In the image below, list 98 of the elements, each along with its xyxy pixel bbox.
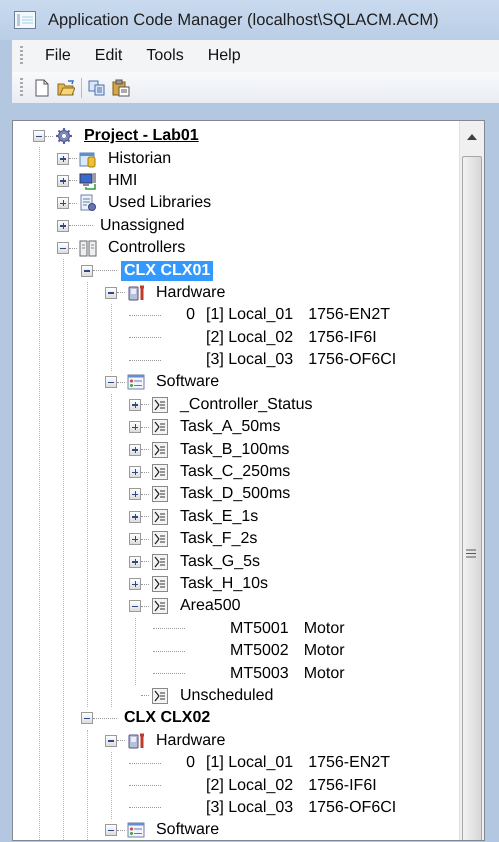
module-name[interactable]: [3] Local_03 — [203, 798, 296, 818]
task-list-icon — [151, 686, 169, 705]
task-list-icon — [151, 396, 169, 414]
module-type: 1756-IF6I — [308, 328, 377, 348]
tree-item[interactable]: Task_A_50ms — [177, 417, 284, 438]
module-name[interactable]: MT5002 — [227, 641, 292, 662]
gear-icon — [55, 127, 73, 146]
module-name[interactable]: [2] Local_02 — [203, 328, 296, 348]
expand-toggle[interactable] — [57, 174, 69, 187]
expand-toggle[interactable] — [129, 398, 141, 411]
tree-item[interactable]: Task_D_500ms — [177, 484, 294, 504]
slot-number: 0 — [186, 306, 195, 324]
expand-toggle[interactable] — [57, 152, 69, 165]
tree-item[interactable]: Task_B_100ms — [177, 440, 292, 460]
task-list-icon — [151, 530, 169, 548]
tree-item[interactable]: Used Libraries — [105, 193, 214, 214]
open-folder-icon[interactable] — [57, 78, 75, 96]
module-name[interactable]: [1] Local_01 — [203, 305, 296, 326]
expand-toggle[interactable] — [57, 197, 69, 210]
expand-toggle[interactable] — [57, 220, 69, 232]
slot-number: 0 — [186, 754, 195, 772]
module-name[interactable]: MT5001 — [227, 618, 292, 639]
expand-toggle[interactable] — [129, 421, 141, 434]
collapse-toggle[interactable] — [57, 242, 69, 254]
module-name[interactable]: MT5003 — [227, 664, 292, 684]
module-name[interactable]: [3] Local_03 — [203, 350, 296, 370]
device-wrench-icon — [127, 732, 145, 750]
module-type: 1756-OF6CI — [308, 798, 396, 818]
task-list-icon — [151, 418, 169, 436]
paste-icon[interactable] — [112, 78, 130, 96]
module-type: 1756-OF6CI — [308, 350, 396, 370]
expand-toggle[interactable] — [129, 488, 141, 500]
tree-item[interactable]: Area500 — [177, 596, 244, 616]
tree-item[interactable]: Software — [153, 820, 222, 840]
tree-item[interactable]: Project - Lab01 — [81, 126, 202, 146]
expand-toggle[interactable] — [129, 466, 141, 478]
app-icon — [14, 11, 36, 29]
collapse-toggle[interactable] — [81, 264, 93, 277]
tree-item[interactable]: Historian — [105, 148, 174, 169]
tree-item[interactable]: Controllers — [105, 238, 188, 258]
task-list-icon — [151, 485, 169, 504]
expand-toggle[interactable] — [129, 510, 141, 523]
window-title: Application Code Manager (localhost\SQLACM.ACM) — [48, 10, 439, 31]
list-window-icon — [127, 373, 145, 392]
tree-item[interactable]: HMI — [105, 170, 140, 191]
new-document-icon[interactable] — [33, 78, 51, 96]
expand-toggle[interactable] — [129, 556, 141, 568]
module-name[interactable]: [1] Local_01 — [203, 753, 296, 774]
document-gear-icon — [79, 194, 97, 212]
menu-item[interactable]: Edit — [82, 42, 134, 70]
collapse-toggle[interactable] — [81, 712, 93, 724]
chassis-icon — [79, 239, 97, 258]
scrollbar[interactable] — [459, 121, 484, 840]
menu-item[interactable]: File — [33, 42, 83, 70]
task-list-icon — [151, 440, 169, 459]
tree-item[interactable]: _Controller_Status — [177, 394, 316, 415]
module-type: 1756-EN2T — [308, 305, 390, 326]
tree-item[interactable]: Software — [153, 372, 222, 392]
task-list-icon — [151, 597, 169, 616]
scroll-thumb[interactable] — [462, 156, 482, 840]
tree-item[interactable]: Task_H_10s — [177, 574, 272, 594]
tree-item[interactable]: Task_C_250ms — [177, 462, 294, 482]
collapse-toggle[interactable] — [105, 824, 117, 836]
module-type: 1756-IF6I — [308, 776, 377, 796]
expand-toggle[interactable] — [129, 444, 141, 456]
tree-item[interactable]: Task_E_1s — [177, 506, 262, 527]
module-type: Motor — [304, 641, 345, 662]
tree-item[interactable]: Task_F_2s — [177, 529, 260, 550]
module-type: 1756-EN2T — [308, 753, 390, 774]
task-list-icon — [151, 463, 169, 482]
tree-item[interactable]: Task_G_5s — [177, 552, 264, 572]
module-type: Motor — [304, 618, 345, 639]
collapse-toggle[interactable] — [33, 130, 45, 142]
collapse-toggle[interactable] — [105, 734, 117, 747]
database-window-icon — [79, 150, 97, 168]
menu-item[interactable]: Help — [196, 42, 253, 70]
module-type: Motor — [304, 664, 345, 684]
tree-item[interactable]: Hardware — [153, 730, 228, 751]
collapse-toggle[interactable] — [105, 376, 117, 388]
tree-item[interactable]: Hardware — [153, 282, 228, 303]
task-list-icon — [151, 508, 169, 526]
list-window-icon — [127, 821, 145, 840]
module-name[interactable]: [2] Local_02 — [203, 776, 296, 796]
grip-icon — [466, 549, 476, 558]
tree-item[interactable]: CLX CLX02 — [121, 708, 214, 728]
scroll-up-arrow-icon[interactable] — [467, 134, 477, 140]
computer-icon — [79, 172, 97, 190]
task-list-icon — [151, 575, 169, 593]
task-list-icon — [151, 552, 169, 571]
collapse-toggle[interactable] — [129, 600, 141, 612]
copy-icon[interactable] — [88, 78, 106, 96]
expand-toggle[interactable] — [129, 533, 141, 546]
expand-toggle[interactable] — [129, 578, 141, 590]
menu-item[interactable]: Tools — [134, 42, 196, 70]
tree-item[interactable]: Unassigned — [97, 216, 188, 236]
device-wrench-icon — [127, 284, 145, 302]
tree-item[interactable]: Unscheduled — [177, 686, 276, 706]
collapse-toggle[interactable] — [105, 286, 117, 299]
